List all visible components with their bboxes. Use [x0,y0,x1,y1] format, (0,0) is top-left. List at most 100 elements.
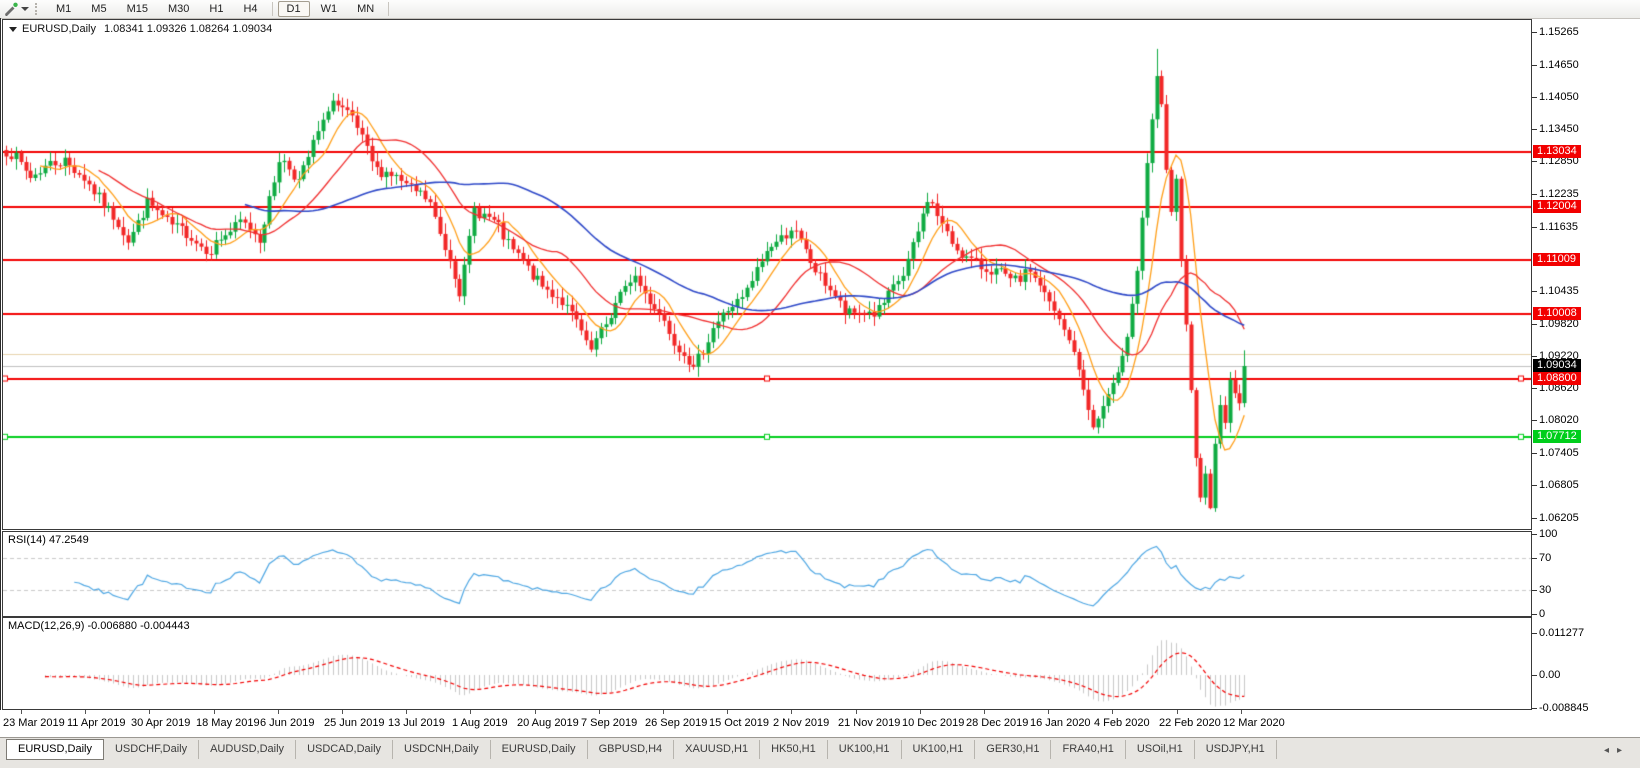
macd-axis-tick [1532,708,1537,709]
price-axis-tick [1532,356,1537,357]
level-price-label: 1.11009 [1533,253,1580,266]
rsi-axis-tick [1532,558,1537,559]
chart-tab[interactable]: UK100,H1 [828,740,902,759]
time-axis-tick [599,710,600,714]
candlestick-chart-canvas[interactable] [3,20,1531,529]
macd-axis-tick-label: -0.008845 [1539,702,1634,714]
time-axis-label: 16 Jan 2020 [1030,717,1091,729]
tab-scroll-left-icon[interactable]: ◂ [1604,745,1617,756]
chart-ohlc-values: 1.08341 1.09326 1.08264 1.09034 [104,23,272,35]
time-axis-label: 26 Sep 2019 [645,717,707,729]
chart-tab[interactable]: USDCAD,Daily [296,740,393,759]
chart-tab[interactable]: GER30,H1 [975,740,1051,759]
macd-indicator-pane[interactable]: MACD(12,26,9) -0.006880 -0.004443 [2,617,1532,710]
current-price-label: 1.09034 [1533,359,1581,372]
time-axis-tick [791,710,792,714]
price-axis-tick [1532,194,1537,195]
rsi-indicator-pane[interactable]: RSI(14) 47.2549 [2,531,1532,617]
time-axis-label: 30 Apr 2019 [131,717,190,729]
timeframe-button-h1[interactable]: H1 [200,1,232,17]
chart-tab[interactable]: GBPUSD,H4 [588,740,675,759]
rsi-axis-tick-label: 100 [1539,528,1634,540]
time-axis-label: 7 Sep 2019 [581,717,637,729]
time-axis-tick [1112,710,1113,714]
chart-tab[interactable]: USOil,H1 [1126,740,1195,759]
rsi-axis-tick-label: 70 [1539,552,1634,564]
time-axis-label: 25 Jun 2019 [324,717,385,729]
price-axis-tick-label: 1.08020 [1539,414,1634,426]
time-axis-tick [406,710,407,714]
toolbar-separator [388,2,389,16]
time-axis-label: 4 Feb 2020 [1094,717,1150,729]
timeframe-button-m5[interactable]: M5 [82,1,115,17]
level-price-label: 1.07712 [1533,430,1581,443]
chart-tab[interactable]: USDJPY,H1 [1195,740,1277,759]
rsi-axis-tick [1532,614,1537,615]
time-axis-tick [278,710,279,714]
draw-tool-dropdown-caret[interactable] [21,7,29,11]
price-axis-tick-label: 1.06205 [1539,512,1634,524]
price-axis-tick-label: 1.14050 [1539,91,1634,103]
chart-tab[interactable]: EURUSD,Daily [6,739,104,760]
rsi-axis-tick [1532,590,1537,591]
chart-tab[interactable]: UK100,H1 [902,740,976,759]
chart-tab[interactable]: EURUSD,Daily [491,740,588,759]
chart-tab[interactable]: HK50,H1 [760,740,828,759]
macd-canvas[interactable] [3,618,1531,709]
time-axis-tick [727,710,728,714]
chart-tab[interactable]: USDCHF,Daily [104,740,199,759]
timeframe-toolbar: M1M5M15M30H1H4 D1W1MN [0,0,1640,19]
timeframe-button-m30[interactable]: M30 [159,1,198,17]
price-axis-tick [1532,161,1537,162]
price-axis-tick-label: 1.07405 [1539,447,1634,459]
time-axis: 23 Mar 201911 Apr 201930 Apr 201918 May … [0,710,1640,737]
price-axis-tick [1532,129,1537,130]
chart-tab[interactable]: USDCNH,Daily [393,740,491,759]
time-axis-label: 20 Aug 2019 [517,717,579,729]
chart-collapse-caret-icon[interactable] [9,27,17,32]
price-chart-pane[interactable]: EURUSD,Daily 1.08341 1.09326 1.08264 1.0… [2,19,1532,530]
time-axis-tick [85,710,86,714]
tab-scroll-right-icon[interactable]: ▸ [1617,745,1630,756]
level-price-label: 1.12004 [1533,200,1581,213]
macd-axis-tick [1532,633,1537,634]
level-price-label: 1.10008 [1533,307,1581,320]
price-axis-tick [1532,227,1537,228]
time-axis-tick [856,710,857,714]
timeframe-button-h4[interactable]: H4 [234,1,266,17]
price-axis-tick-label: 1.13450 [1539,123,1634,135]
timeframe-button-m15[interactable]: M15 [118,1,157,17]
rsi-canvas[interactable] [3,532,1531,616]
timeframe-button-d1[interactable]: D1 [278,1,310,17]
timeframe-button-w1[interactable]: W1 [312,1,347,17]
time-axis-label: 23 Mar 2019 [3,717,65,729]
timeframe-button-m1[interactable]: M1 [47,1,80,17]
toolbar-grip[interactable] [35,3,40,15]
time-axis-label: 22 Feb 2020 [1159,717,1221,729]
price-axis-tick [1532,420,1537,421]
chart-tab[interactable]: XAUUSD,H1 [674,740,760,759]
rsi-axis-tick-label: 30 [1539,584,1634,596]
price-axis-tick-label: 1.10435 [1539,285,1634,297]
draw-tool-icon[interactable] [3,2,19,16]
time-axis-label: 18 May 2019 [196,717,260,729]
time-axis-tick [342,710,343,714]
macd-axis-tick-label: 0.00 [1539,669,1634,681]
tab-scroll-arrows[interactable]: ◂▸ [1604,745,1630,756]
chart-title: EURUSD,Daily 1.08341 1.09326 1.08264 1.0… [9,23,272,35]
time-axis-tick [1177,710,1178,714]
chart-tab[interactable]: AUDUSD,Daily [199,740,296,759]
chart-tab[interactable]: FRA40,H1 [1051,740,1125,759]
price-axis-tick-label: 1.11635 [1539,221,1634,233]
toolbar-separator [272,2,273,16]
time-axis-label: 1 Aug 2019 [452,717,508,729]
price-axis-tick-label: 1.12235 [1539,188,1634,200]
time-axis-label: 10 Dec 2019 [902,717,964,729]
macd-label: MACD(12,26,9) -0.006880 -0.004443 [8,620,190,632]
price-axis-tick-label: 1.15265 [1539,26,1634,38]
price-axis-tick [1532,291,1537,292]
price-axis-tick-label: 1.14650 [1539,59,1634,71]
chart-symbol-label: EURUSD,Daily [22,23,96,35]
time-axis-tick [984,710,985,714]
timeframe-button-mn[interactable]: MN [348,1,383,17]
